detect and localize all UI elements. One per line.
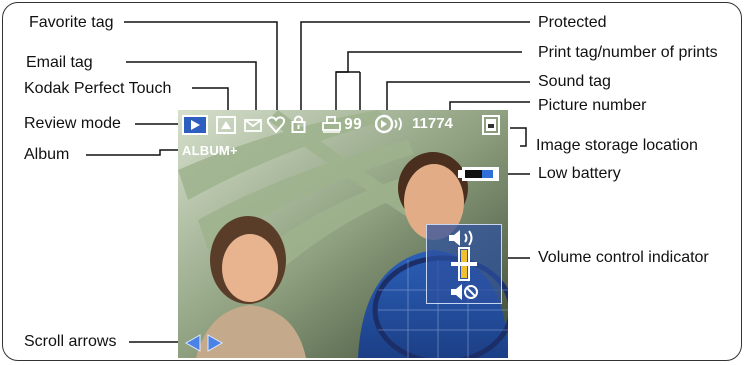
speaker-mute-icon	[451, 284, 478, 300]
label-scroll-arrows: Scroll arrows	[24, 333, 117, 350]
label-sound-tag: Sound tag	[538, 73, 611, 90]
label-protected: Protected	[538, 14, 607, 31]
speaker-up-icon	[449, 230, 473, 246]
printer-icon	[322, 116, 341, 133]
volume-control-panel[interactable]	[426, 224, 502, 304]
album-indicator: ALBUM+	[182, 143, 238, 158]
sound-icon	[375, 114, 402, 134]
right-arrow-icon[interactable]	[206, 334, 224, 352]
envelope-icon	[244, 119, 262, 132]
storage-card-icon	[482, 115, 500, 135]
heart-icon	[267, 116, 285, 133]
label-email-tag: Email tag	[26, 54, 93, 71]
label-kodak-perfect-touch: Kodak Perfect Touch	[24, 80, 172, 97]
picture-number: 11774	[412, 115, 453, 132]
label-print-tag: Print tag/number of prints	[538, 44, 718, 61]
battery-icon	[458, 167, 499, 181]
label-picture-number: Picture number	[538, 97, 647, 114]
left-arrow-icon[interactable]	[184, 334, 202, 352]
label-album: Album	[24, 146, 70, 163]
label-low-battery: Low battery	[538, 165, 621, 182]
print-count: 99	[344, 115, 363, 133]
review-mode-icon	[182, 115, 208, 135]
volume-slider[interactable]	[449, 247, 479, 281]
lock-icon	[291, 115, 306, 133]
label-favorite-tag: Favorite tag	[29, 14, 114, 31]
label-image-storage-location: Image storage location	[536, 137, 698, 154]
perfect-touch-icon	[216, 116, 236, 134]
label-volume-control-indicator: Volume control indicator	[538, 249, 709, 266]
camera-lcd-screen: 99 11774 ALBUM+	[178, 110, 508, 358]
label-review-mode: Review mode	[24, 115, 121, 132]
